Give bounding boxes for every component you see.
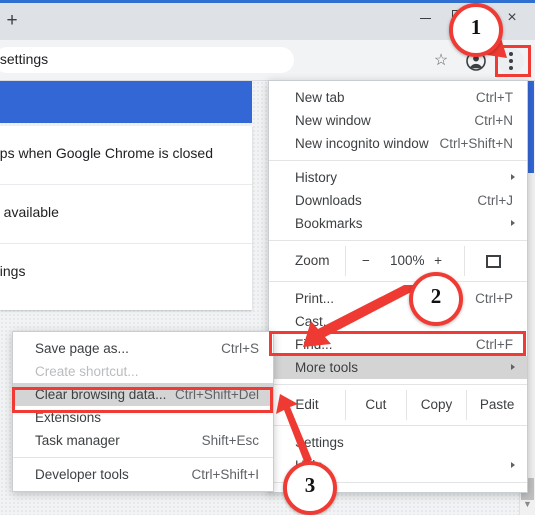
create-shortcut-menu-item: Create shortcut... [13,360,273,383]
settings-row[interactable]: ops when Google Chrome is closed [0,126,252,185]
menu-item-accelerator: Ctrl+Shift+N [439,136,513,151]
cut-button[interactable]: Cut [345,390,406,420]
zoom-controls: − 100% + [345,246,464,276]
paste-button[interactable]: Paste [466,390,527,420]
chevron-right-icon [511,220,515,226]
settings-row-label: ttings [0,263,26,279]
task-manager-menu-item[interactable]: Task manager Shift+Esc [13,429,273,452]
new-tab-button[interactable]: + [4,11,20,30]
settings-header-band [0,81,252,123]
annotation-marker-3: 3 [283,461,337,515]
menu-item-label: Downloads [295,193,362,208]
more-tools-menu-item[interactable]: More tools [269,356,527,379]
menu-item-label: Save page as... [35,341,129,356]
menu-item-label: Task manager [35,433,120,448]
new-incognito-window-menu-item[interactable]: New incognito window Ctrl+Shift+N [269,132,527,155]
chevron-right-icon [511,174,515,180]
settings-row-label: n available [0,204,59,220]
browser-window: ops when Google Chrome is closed n avail… [0,0,535,515]
zoom-in-button[interactable]: + [434,253,442,268]
annotation-arrow-3 [276,394,312,464]
menu-separator [269,160,527,161]
bookmarks-menu-item[interactable]: Bookmarks [269,212,527,235]
annotation-marker-1: 1 [449,3,503,57]
window-top-accent [0,0,535,3]
menu-item-accelerator: Ctrl+Shift+I [191,467,259,482]
zoom-percent-value: 100% [390,253,425,268]
menu-item-accelerator: Ctrl+P [475,291,513,306]
new-window-menu-item[interactable]: New window Ctrl+N [269,109,527,132]
chevron-right-icon [511,462,515,468]
chevron-right-icon [511,364,515,370]
menu-item-label: Bookmarks [295,216,363,231]
settings-card: ops when Google Chrome is closed n avail… [0,126,252,310]
menu-item-label: Developer tools [35,467,129,482]
developer-tools-menu-item[interactable]: Developer tools Ctrl+Shift+I [13,463,273,486]
fullscreen-button[interactable] [464,246,527,276]
menu-item-accelerator: Ctrl+J [477,193,513,208]
annotation-box-3 [12,387,273,413]
scroll-down-arrow-icon[interactable]: ▼ [523,500,532,509]
bookmark-star-icon[interactable]: ☆ [432,52,450,70]
new-tab-menu-item[interactable]: New tab Ctrl+T [269,86,527,109]
annotation-marker-2: 2 [409,272,463,326]
menu-separator [269,384,527,385]
url-text: /settings [0,51,49,67]
zoom-out-button[interactable]: − [362,253,370,268]
zoom-label: Zoom [295,253,330,268]
fullscreen-icon [486,255,501,268]
menu-item-label: New incognito window [295,136,429,151]
menu-item-accelerator: Ctrl+N [474,113,513,128]
menu-item-label: More tools [295,360,359,375]
menu-separator [13,457,273,458]
history-menu-item[interactable]: History [269,166,527,189]
settings-row[interactable]: ttings [0,244,252,302]
save-page-as-menu-item[interactable]: Save page as... Ctrl+S [13,337,273,360]
menu-item-label: New window [295,113,371,128]
menu-item-label: Create shortcut... [35,364,139,379]
downloads-menu-item[interactable]: Downloads Ctrl+J [269,189,527,212]
settings-row[interactable]: n available [0,185,252,244]
menu-item-label: History [295,170,338,185]
zoom-label-cell: Zoom [269,246,345,276]
address-bar[interactable]: /settings [0,47,294,73]
annotation-arrow-2 [303,285,417,347]
minimize-icon[interactable] [410,4,440,32]
menu-item-label: New tab [295,90,345,105]
menu-item-accelerator: Ctrl+S [221,341,259,356]
menu-separator [269,281,527,282]
menu-separator [269,240,527,241]
settings-row-label: ops when Google Chrome is closed [0,145,214,161]
menu-item-accelerator: Ctrl+T [475,90,513,105]
copy-button[interactable]: Copy [405,390,467,420]
zoom-row: Zoom − 100% + [269,246,527,276]
